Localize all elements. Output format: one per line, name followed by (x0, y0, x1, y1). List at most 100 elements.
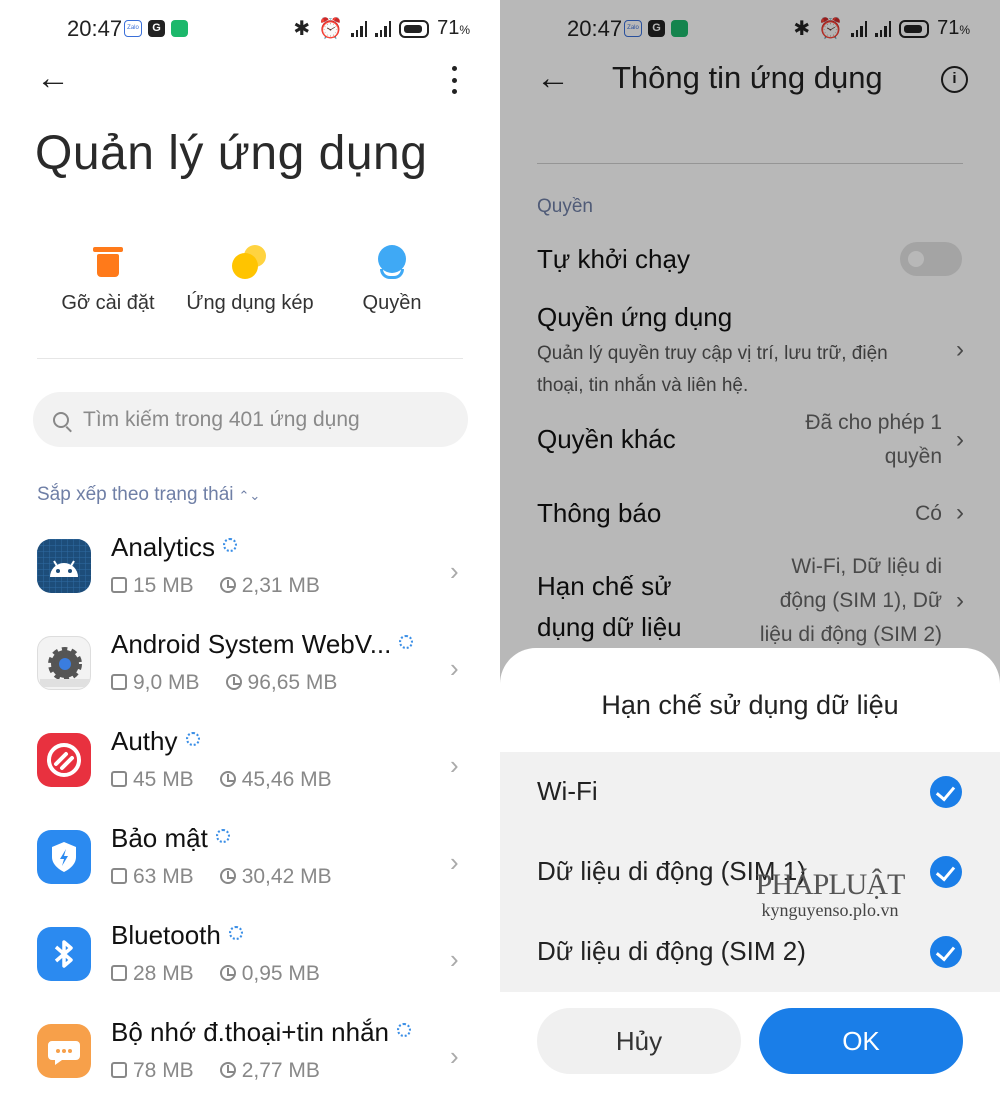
chip-icon (111, 771, 127, 787)
shortcut-label: Quyền (362, 292, 422, 314)
chip-icon (111, 674, 127, 690)
watermark-site: kynguyenso.plo.vn (761, 900, 899, 920)
cache-icon (219, 868, 236, 884)
chevron-right-icon: › (450, 556, 459, 586)
options-list: Wi-Fi Dữ liệu di động (SIM 1) Dữ liệu di… (500, 752, 1000, 992)
app-info-screen: 20:47 Zalo G ✱ ⏰ 71% ← Thông tin ứng dụn… (500, 0, 1000, 1111)
app-name: Analytics (111, 532, 216, 562)
app-row-authy[interactable]: Authy 45 MB 45,46 MB › (0, 724, 500, 814)
app-size: 45 MB (133, 768, 194, 791)
back-arrow-icon[interactable]: ← (36, 61, 70, 95)
app-cache: 2,31 MB (241, 574, 320, 597)
chip-icon (111, 868, 127, 884)
ok-button[interactable]: OK (759, 1008, 963, 1074)
permissions-icon (378, 245, 406, 279)
app-cache: 96,65 MB (247, 671, 338, 694)
search-bar[interactable] (33, 392, 468, 447)
chevron-right-icon: › (450, 750, 459, 780)
loading-icon (223, 538, 238, 552)
chip-icon (111, 965, 127, 981)
g-notification-icon: G (148, 20, 165, 37)
loading-icon (185, 732, 200, 746)
app-cache: 30,42 MB (241, 865, 332, 888)
shortcut-label: Gỡ cài đặt (61, 292, 155, 314)
sheet-title: Hạn chế sử dụng dữ liệu (601, 690, 899, 720)
app-cache: 2,77 MB (241, 1059, 320, 1082)
permissions-shortcut[interactable]: Quyền (317, 240, 467, 315)
sort-chevron-icon: ⌃⌄ (238, 488, 261, 503)
cache-icon (225, 674, 242, 690)
cache-icon (219, 1062, 236, 1078)
dual-apps-icon (232, 245, 268, 279)
uninstall-shortcut[interactable]: Gỡ cài đặt (33, 240, 183, 315)
dual-apps-shortcut[interactable]: Ứng dụng kép (175, 240, 325, 315)
zalo-notification-icon: Zalo (124, 20, 142, 37)
shield-notification-icon (171, 20, 188, 37)
option-sim2[interactable]: Dữ liệu di động (SIM 2) (537, 936, 806, 967)
chevron-right-icon: › (450, 944, 459, 974)
signal-sim1-icon (351, 20, 368, 37)
check-icon[interactable] (930, 776, 962, 808)
status-time: 20:47 (67, 16, 123, 41)
loading-icon (215, 829, 230, 843)
app-size: 78 MB (133, 1059, 194, 1082)
chevron-right-icon: › (450, 847, 459, 877)
data-restriction-sheet: Hạn chế sử dụng dữ liệu Wi-Fi Dữ liệu di… (500, 648, 1000, 1111)
watermark-brand: PHÁPLUẬT (755, 868, 906, 901)
app-cache: 0,95 MB (241, 962, 320, 985)
app-name: Bộ nhớ đ.thoại+tin nhắn (111, 1017, 389, 1047)
authy-icon (37, 733, 91, 787)
app-size: 63 MB (133, 865, 194, 888)
bluetooth-icon (37, 927, 91, 981)
chip-icon (111, 577, 127, 593)
cache-icon (219, 577, 236, 593)
security-shield-icon (37, 830, 91, 884)
cache-icon (219, 965, 236, 981)
cache-icon (219, 771, 236, 787)
divider (37, 358, 463, 359)
app-name: Android System WebV... (111, 629, 392, 659)
app-size: 28 MB (133, 962, 194, 985)
sort-label: Sắp xếp theo trạng thái (37, 484, 234, 505)
app-name: Authy (111, 726, 178, 756)
chevron-right-icon: › (450, 653, 459, 683)
shortcut-label: Ứng dụng kép (186, 292, 314, 314)
chevron-right-icon: › (450, 1041, 459, 1071)
search-input[interactable] (83, 407, 443, 432)
battery-unit: % (459, 23, 470, 37)
battery-level: 71 (437, 17, 460, 39)
app-name: Bluetooth (111, 920, 221, 950)
trash-icon (93, 247, 123, 277)
search-icon (53, 411, 69, 428)
cancel-button[interactable]: Hủy (537, 1008, 741, 1074)
status-bar: 20:47 Zalo G ✱ ⏰ 71% (0, 14, 500, 46)
app-size: 15 MB (133, 574, 194, 597)
bluetooth-status-icon: ✱ (293, 18, 311, 40)
webview-gear-icon (37, 636, 91, 690)
chip-icon (111, 1062, 127, 1078)
sort-dropdown[interactable]: Sắp xếp theo trạng thái ⌃⌄ (37, 484, 260, 506)
android-icon (37, 539, 91, 593)
loading-icon (399, 635, 414, 649)
loading-icon (397, 1023, 411, 1037)
check-icon[interactable] (930, 936, 962, 968)
more-options-icon[interactable] (448, 66, 460, 94)
app-row-security[interactable]: Bảo mật 63 MB 30,42 MB › (0, 821, 500, 911)
app-cache: 45,46 MB (241, 768, 332, 791)
signal-sim2-icon (375, 20, 392, 37)
loading-icon (228, 926, 243, 940)
battery-icon (399, 19, 430, 38)
app-management-screen: 20:47 Zalo G ✱ ⏰ 71% ← Quản lý ứng dụng … (0, 0, 500, 1111)
app-row-bluetooth[interactable]: Bluetooth 28 MB 0,95 MB › (0, 918, 500, 1008)
check-icon[interactable] (930, 856, 962, 888)
option-wifi[interactable]: Wi-Fi (537, 776, 598, 807)
watermark: PHÁPLUẬT kynguyenso.plo.vn (750, 868, 910, 921)
app-size: 9,0 MB (133, 671, 200, 694)
app-row-webview[interactable]: Android System WebV... 9,0 MB 96,65 MB › (0, 627, 500, 717)
app-row-messages-storage[interactable]: Bộ nhớ đ.thoại+tin nhắn 78 MB 2,77 MB › (0, 1015, 500, 1105)
messages-storage-icon (37, 1024, 91, 1078)
app-row-analytics[interactable]: Analytics 15 MB 2,31 MB › (0, 530, 500, 620)
alarm-icon: ⏰ (318, 18, 344, 40)
page-title: Quản lý ứng dụng (35, 127, 428, 180)
app-name: Bảo mật (111, 823, 208, 853)
